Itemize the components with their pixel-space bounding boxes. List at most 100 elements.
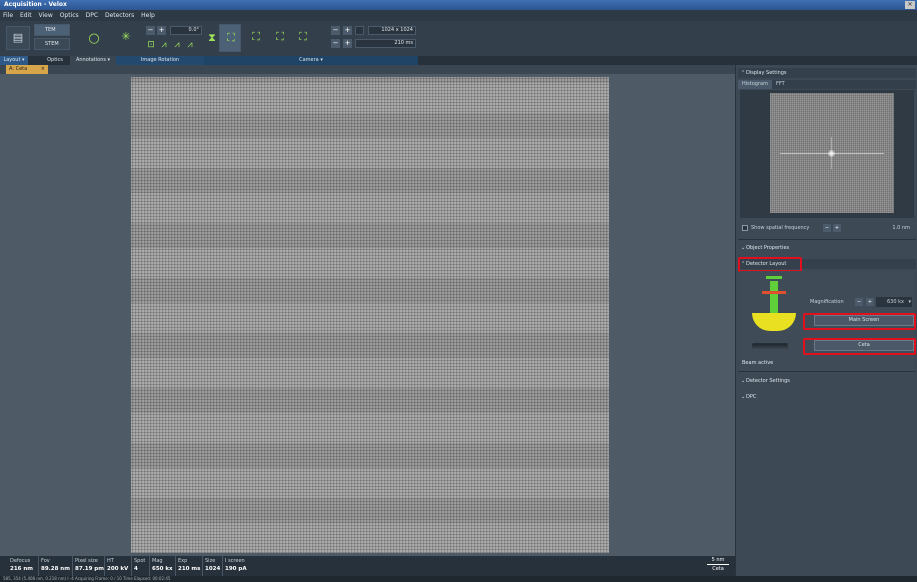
scale-bar: 5 nm Ceta — [704, 556, 732, 576]
image-viewer[interactable] — [0, 74, 735, 556]
layout-icon: ▤ — [12, 31, 24, 44]
close-icon[interactable]: ✕ — [905, 1, 915, 9]
exposure-dropdown[interactable]: 210 ms — [355, 39, 416, 48]
ribbon-toolbar: ▤ TEM STEM ○ ✳ − + 0.0° ⊡ ⩘ ⩘ ⩘ ⧗ ⛶ ⛶ ⛶ … — [0, 21, 917, 56]
rotation-minus-button[interactable]: − — [146, 26, 155, 35]
optics-circle-icon[interactable]: ○ — [87, 32, 101, 46]
camera-series-icon[interactable]: ⛶ — [273, 30, 287, 44]
spatial-frequency-checkbox[interactable] — [742, 225, 748, 231]
camera-acquire-button[interactable]: ⛶ — [219, 24, 241, 52]
size-minus-button[interactable]: − — [331, 26, 340, 35]
exposure-minus-button[interactable]: − — [331, 39, 340, 48]
chevron-up-icon: ⌃ — [741, 70, 746, 76]
status-exp-value: 210 ms — [178, 566, 201, 572]
spatial-plus-button[interactable]: + — [833, 224, 841, 232]
menu-detectors[interactable]: Detectors — [105, 12, 134, 19]
rotation-plus-button[interactable]: + — [157, 26, 166, 35]
beam-status: Beam active — [742, 360, 774, 366]
group-annotations[interactable]: Annotations ▾ — [70, 56, 116, 65]
magnification-value: 630 kx — [887, 299, 904, 305]
layout-button[interactable]: ▤ — [6, 26, 30, 50]
menu-file[interactable]: File — [3, 12, 13, 19]
app-window: Acquisition - Velox ✕ File Edit View Opt… — [0, 0, 917, 582]
group-layout[interactable]: Layout ▾ — [0, 56, 28, 65]
rotate-icon[interactable]: ⊡ — [144, 38, 158, 52]
size-checkbox[interactable] — [355, 26, 364, 35]
camera-filter-icon[interactable]: ⧗ — [205, 31, 219, 45]
chevron-down-icon: ⌄ — [741, 378, 746, 384]
menu-view[interactable]: View — [39, 12, 53, 19]
tab-fft[interactable]: FFT — [772, 80, 789, 89]
group-optics: Optics — [47, 57, 63, 63]
detector-settings-label: Detector Settings — [746, 378, 790, 384]
flip-v-icon[interactable]: ⩘ — [183, 38, 197, 52]
tab-close-icon[interactable]: × — [41, 65, 45, 74]
magnification-plus-button[interactable]: + — [866, 298, 874, 306]
status-spot-value: 4 — [134, 566, 138, 572]
status-mag-value: 650 kx — [152, 566, 173, 572]
status-ht-value: 200 kV — [107, 566, 129, 572]
magnification-minus-button[interactable]: − — [855, 298, 863, 306]
status-size-label: Size — [205, 558, 216, 564]
spatial-minus-button[interactable]: − — [823, 224, 831, 232]
ceta-highlight — [803, 338, 916, 355]
stem-mode-button[interactable]: STEM — [34, 38, 70, 50]
status-mag: Mag 650 kx — [149, 556, 173, 576]
menu-help[interactable]: Help — [141, 12, 155, 19]
flip-icon[interactable]: ⩘ — [157, 38, 171, 52]
detector-settings-header[interactable]: ⌄ Detector Settings — [738, 376, 916, 386]
status-size-value: 1024 — [205, 566, 221, 572]
detector-column-top — [766, 276, 782, 279]
spatial-frequency-label: Show spatial frequency — [751, 225, 810, 231]
stem-label: STEM — [45, 41, 59, 47]
status-mag-label: Mag — [152, 558, 163, 564]
menu-edit[interactable]: Edit — [20, 12, 32, 19]
display-subtabs: Histogram FFT — [738, 80, 916, 89]
status-defocus-label: Defocus — [10, 558, 31, 564]
display-settings-header[interactable]: ⌃ Display Settings — [738, 68, 916, 78]
camera-record-icon[interactable]: ⛶ — [296, 30, 310, 44]
detector-layout-highlight — [738, 257, 802, 272]
tem-image[interactable] — [131, 77, 609, 553]
tem-mode-button[interactable]: TEM — [34, 24, 70, 36]
tab-histogram[interactable]: Histogram — [738, 80, 772, 89]
status-exp: Exp 210 ms — [175, 556, 200, 576]
fft-center-spot — [828, 150, 835, 157]
rotation-value[interactable]: 0.0° — [170, 26, 202, 35]
status-ht-label: HT — [107, 558, 114, 564]
object-properties-header[interactable]: ⌄ Object Properties — [738, 243, 916, 253]
group-image-rotation: Image Rotation — [116, 56, 204, 65]
group-camera[interactable]: Camera ▾ — [204, 56, 418, 65]
size-plus-button[interactable]: + — [343, 26, 352, 35]
main-screen-icon — [752, 313, 796, 331]
menu-optics[interactable]: Optics — [60, 12, 79, 19]
detector-marker — [762, 291, 786, 294]
status-i-screen-label: I screen — [225, 558, 245, 564]
magnification-dropdown[interactable]: 630 kx ▾ — [876, 297, 912, 307]
spatial-frequency-value[interactable]: 1.0 nm — [892, 223, 910, 233]
camera-preview-icon[interactable]: ⛶ — [249, 30, 263, 44]
status-pixel-size-value: 87.19 pm — [75, 566, 104, 572]
camera-size-dropdown[interactable]: 1024 x 1024 — [368, 26, 416, 35]
annotation-icon[interactable]: ✳ — [119, 30, 133, 44]
flip-h-icon[interactable]: ⩘ — [170, 38, 184, 52]
status-fov-label: Fov — [41, 558, 50, 564]
status-line: 585, 354 (5.408 nm, 0.218 nm) I -4 Acqui… — [0, 576, 917, 582]
magnification-label: Magnification — [810, 299, 844, 305]
fft-panel — [740, 90, 914, 218]
ribbon-group-labels: Layout ▾ Optics Annotations ▾ Image Rota… — [0, 56, 917, 65]
tab-ceta[interactable]: A: Ceta × — [6, 65, 48, 74]
exposure-plus-button[interactable]: + — [343, 39, 352, 48]
status-bar: Defocus 216 nm Fov 89.28 nm Pixel size 87.1… — [0, 556, 735, 576]
fft-image — [770, 93, 894, 213]
status-exp-label: Exp — [178, 558, 188, 564]
dpc-header[interactable]: ⌄ DPC — [738, 392, 916, 402]
menu-dpc[interactable]: DPC — [86, 12, 98, 19]
object-properties-label: Object Properties — [746, 245, 790, 251]
chevron-down-icon: ⌄ — [741, 394, 746, 400]
spatial-frequency-row: Show spatial frequency − + 1.0 nm — [740, 223, 914, 233]
title-bar: Acquisition - Velox ✕ — [0, 0, 917, 10]
tem-label: TEM — [45, 27, 56, 33]
window-title: Acquisition - Velox — [4, 1, 67, 8]
chevron-down-icon: ⌄ — [741, 245, 746, 251]
